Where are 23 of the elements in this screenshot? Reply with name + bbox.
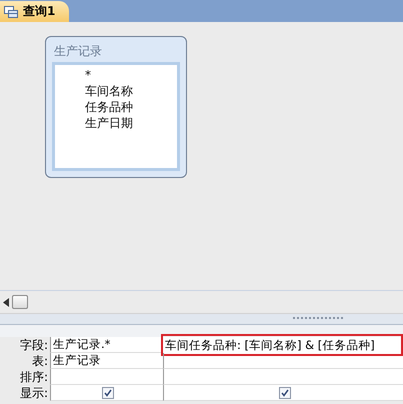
highlighted-field-cell[interactable]: 车间任务品种: [车间名称] & [任务品种] [161,334,403,356]
scroll-thumb[interactable] [12,295,28,309]
table-field-list[interactable]: 生产记录 * 车间名称 任务品种 生产日期 [45,36,187,178]
scroll-left-icon[interactable] [3,298,9,306]
query-tab[interactable]: 查询1 [0,1,70,22]
row-label: 排序: [0,369,50,385]
row-label: 显示: [0,385,50,401]
row-label: 表: [0,353,50,369]
grid-cell[interactable]: 生产记录 [50,353,163,369]
field-item[interactable]: 车间名称 [85,83,177,99]
splitter-grip[interactable] [293,317,343,321]
grid-cell[interactable] [50,369,163,385]
query-icon [4,6,18,18]
field-item[interactable]: 任务品种 [85,99,177,115]
grid-cell[interactable] [163,353,403,369]
show-checkbox[interactable] [102,386,114,398]
field-item[interactable]: 生产日期 [85,115,177,131]
grid-cell[interactable]: 生产记录.* [50,337,163,353]
table-title: 生产记录 [53,43,103,60]
row-label: 字段: [0,337,50,353]
field-item[interactable]: * [85,67,177,83]
grid-cell[interactable] [163,369,403,385]
show-checkbox[interactable] [278,386,290,398]
